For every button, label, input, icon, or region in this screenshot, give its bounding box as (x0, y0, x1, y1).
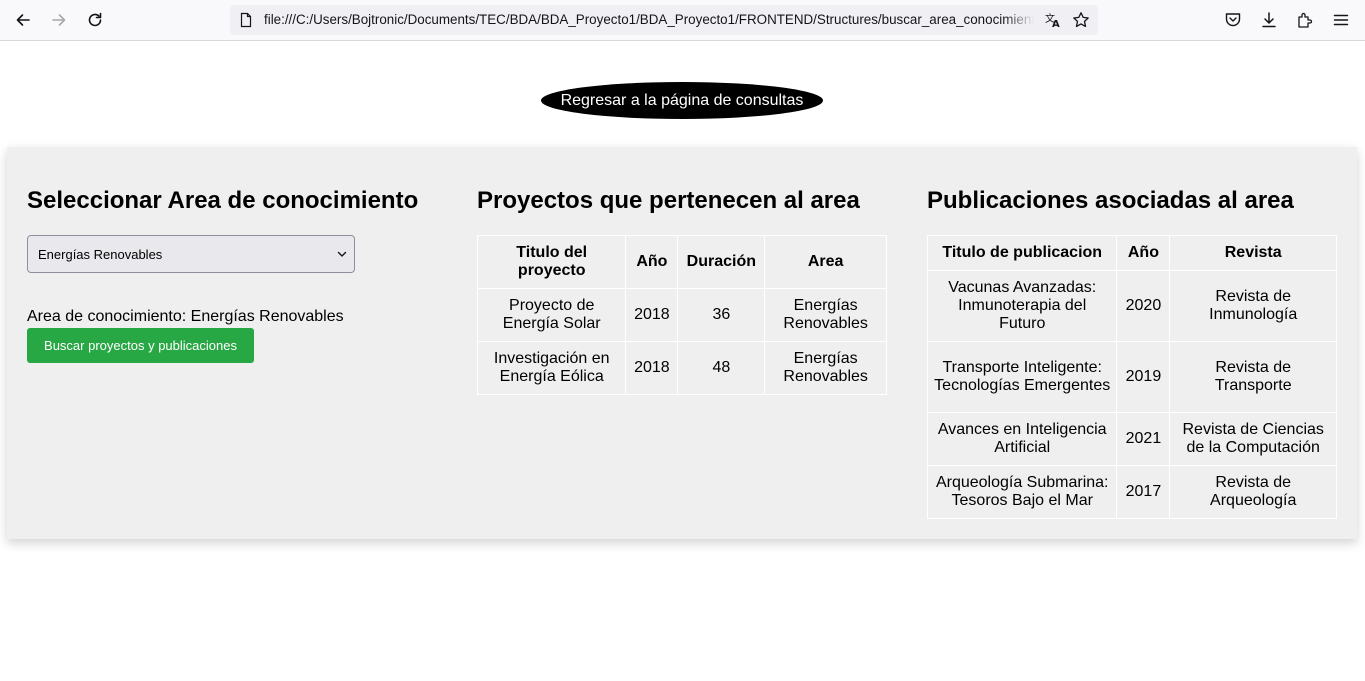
area-select[interactable]: Energías Renovables (27, 235, 355, 273)
table-cell: 2021 (1116, 412, 1171, 466)
url-bar[interactable]: file:///C:/Users/Bojtronic/Documents/TEC… (230, 5, 1098, 35)
header-cell: Revista (1169, 235, 1337, 271)
main-panel: Seleccionar Area de conocimiento Energía… (7, 147, 1357, 539)
back-to-queries-button[interactable]: Regresar a la página de consultas (541, 82, 823, 119)
table-cell: 2019 (1116, 341, 1171, 413)
table-row: Avances en Inteligencia Artificial 2021 … (926, 412, 1337, 466)
header-cell: Area (764, 235, 887, 289)
header-cell: Año (1116, 235, 1171, 271)
header-cell: Año (625, 235, 679, 289)
table-cell: Vacunas Avanzadas: Inmunoterapia del Fut… (926, 270, 1118, 342)
publications-header-row: Titulo de publicacion Año Revista (926, 235, 1337, 271)
table-row: Investigación en Energía Eólica 2018 48 … (476, 341, 887, 395)
table-cell: Energías Renovables (764, 288, 887, 342)
extensions-icon[interactable] (1296, 11, 1314, 29)
selected-area-label: Area de conocimiento: Energías Renovable… (27, 308, 344, 325)
table-cell: Revista de Transporte (1169, 341, 1337, 413)
browser-toolbar: file:///C:/Users/Bojtronic/Documents/TEC… (0, 0, 1365, 41)
header-cell: Titulo del proyecto (476, 235, 627, 289)
table-cell: Revista de Arqueología (1169, 465, 1337, 519)
translate-icon[interactable]: 文A (1044, 11, 1062, 30)
forward-arrow-icon[interactable] (44, 6, 74, 34)
table-row: Arqueología Submarina: Tesoros Bajo el M… (926, 465, 1337, 519)
table-row: Proyecto de Energía Solar 2018 36 Energí… (476, 288, 887, 342)
header-cell: Titulo de publicacion (926, 235, 1118, 271)
bookmark-star-icon[interactable] (1072, 11, 1090, 29)
table-cell: Proyecto de Energía Solar (476, 288, 627, 342)
reload-icon[interactable] (80, 6, 110, 34)
chevron-down-icon (337, 251, 347, 257)
back-arrow-icon[interactable] (8, 6, 38, 34)
header-cell: Duración (677, 235, 766, 289)
table-cell: 36 (677, 288, 766, 342)
publications-table: Titulo de publicacion Año Revista Vacuna… (926, 235, 1337, 519)
table-cell: Revista de Inmunología (1169, 270, 1337, 342)
projects-header-row: Titulo del proyecto Año Duración Area (476, 235, 887, 289)
page-icon (240, 12, 252, 28)
table-cell: Transporte Inteligente: Tecnologías Emer… (926, 341, 1118, 413)
search-projects-publications-button[interactable]: Buscar proyectos y publicaciones (27, 328, 254, 363)
selector-title: Seleccionar Area de conocimiento (27, 187, 419, 214)
url-text[interactable]: file:///C:/Users/Bojtronic/Documents/TEC… (264, 12, 1034, 30)
table-cell: Energías Renovables (764, 341, 887, 395)
table-cell: 2017 (1116, 465, 1171, 519)
publications-title: Publicaciones asociadas al area (927, 187, 1294, 214)
table-row: Transporte Inteligente: Tecnologías Emer… (926, 341, 1337, 413)
pocket-icon[interactable] (1224, 11, 1242, 29)
table-cell: 2018 (625, 341, 679, 395)
table-row: Vacunas Avanzadas: Inmunoterapia del Fut… (926, 270, 1337, 342)
downloads-icon[interactable] (1260, 11, 1278, 29)
area-select-value: Energías Renovables (38, 246, 163, 262)
table-cell: Revista de Ciencias de la Computación (1169, 412, 1337, 466)
svg-text:A: A (1052, 19, 1060, 29)
table-cell: 48 (677, 341, 766, 395)
menu-icon[interactable] (1332, 11, 1350, 29)
table-cell: 2018 (625, 288, 679, 342)
table-cell: Avances en Inteligencia Artificial (926, 412, 1118, 466)
projects-title: Proyectos que pertenecen al area (477, 187, 860, 214)
table-cell: Investigación en Energía Eólica (476, 341, 627, 395)
table-cell: Arqueología Submarina: Tesoros Bajo el M… (926, 465, 1118, 519)
table-cell: 2020 (1116, 270, 1171, 342)
projects-table: Titulo del proyecto Año Duración Area Pr… (476, 235, 887, 395)
